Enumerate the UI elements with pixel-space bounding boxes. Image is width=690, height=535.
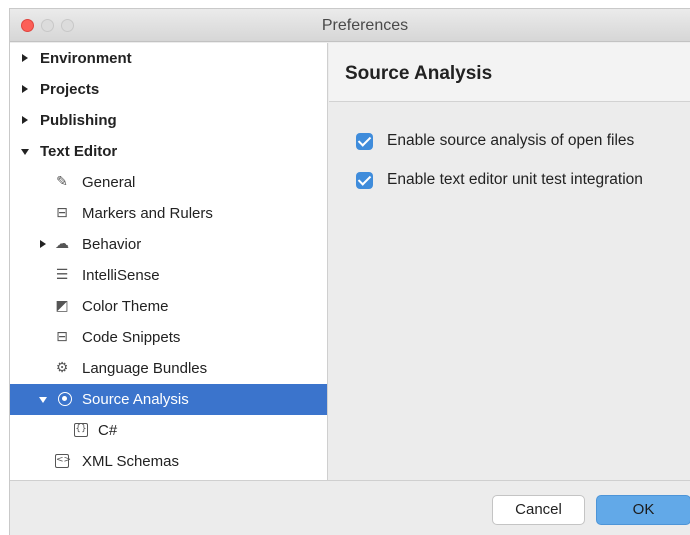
sidebar-item-projects[interactable]: Projects <box>10 74 327 105</box>
color-theme-icon: ◩ <box>55 298 69 314</box>
sidebar-item-general[interactable]: ✎ General <box>10 167 327 198</box>
sidebar-item-label: XML Schemas <box>82 453 179 470</box>
sidebar-item-csharp[interactable]: {} C# <box>10 415 327 446</box>
sidebar-item-label: Code Snippets <box>82 329 181 346</box>
sidebar-item-language-bundles[interactable]: ⚙ Language Bundles <box>10 353 327 384</box>
sidebar-item-color-theme[interactable]: ◩ Color Theme <box>10 291 327 322</box>
dialog-footer: Cancel OK <box>10 480 690 535</box>
pencil-square-icon: ✎ <box>56 174 68 190</box>
radio-icon <box>58 392 72 406</box>
braces-icon: {} <box>74 423 88 437</box>
sidebar-item-publishing[interactable]: Publishing <box>10 105 327 136</box>
sidebar-item-label: Behavior <box>82 236 142 253</box>
preferences-sidebar: Environment Projects Publishing Text Edi… <box>10 43 328 480</box>
content-panel: Source Analysis Enable source analysis o… <box>329 43 690 480</box>
sidebar-item-label: C# <box>98 422 118 439</box>
sidebar-item-environment[interactable]: Environment <box>10 43 327 74</box>
sidebar-item-source-analysis[interactable]: Source Analysis <box>10 384 327 415</box>
expand-arrow-icon[interactable] <box>22 54 28 62</box>
content-header: Source Analysis <box>329 43 690 102</box>
sidebar-item-label: Source Analysis <box>82 391 189 408</box>
option-enable-unit-test-integration[interactable]: Enable text editor unit test integration <box>356 169 690 191</box>
sidebar-item-text-editor[interactable]: Text Editor <box>10 136 327 167</box>
sidebar-item-code-snippets[interactable]: ⊟ Code Snippets <box>10 322 327 353</box>
xml-icon: <> <box>55 454 71 468</box>
cancel-button[interactable]: Cancel <box>492 495 585 525</box>
option-enable-source-analysis[interactable]: Enable source analysis of open files <box>356 130 690 152</box>
collapse-arrow-icon[interactable] <box>21 149 29 155</box>
sidebar-item-label: Environment <box>40 50 132 67</box>
sidebar-item-markers-and-rulers[interactable]: ⊟ Markers and Rulers <box>10 198 327 229</box>
option-label: Enable text editor unit test integration <box>387 171 643 188</box>
sidebar-item-behavior[interactable]: ☁ Behavior <box>10 229 327 260</box>
sidebar-item-label: Publishing <box>40 112 117 129</box>
sidebar-item-label: Language Bundles <box>82 360 208 377</box>
expand-arrow-icon[interactable] <box>22 85 28 93</box>
option-label: Enable source analysis of open files <box>387 132 635 149</box>
sidebar-item-label: Color Theme <box>82 298 169 315</box>
source-analysis-checkbox[interactable] <box>356 133 373 150</box>
behavior-icon: ☁ <box>55 236 69 252</box>
gear-icon: ⚙ <box>55 360 69 376</box>
title-bar: Preferences <box>10 9 690 42</box>
sidebar-item-label: General <box>82 174 136 191</box>
sidebar-item-label: IntelliSense <box>82 267 160 284</box>
list-icon: ☰ <box>55 267 69 283</box>
window-title: Preferences <box>321 17 409 34</box>
preferences-window: Preferences Environment Projects Publish… <box>9 8 690 535</box>
expand-arrow-icon[interactable] <box>40 240 46 248</box>
ruler-grid-icon: ⊟ <box>56 205 68 221</box>
sidebar-item-label: Markers and Rulers <box>82 205 213 222</box>
page-title: Source Analysis <box>345 63 493 84</box>
sidebar-item-label: Projects <box>40 81 100 98</box>
sidebar-item-xml-schemas[interactable]: <> XML Schemas <box>10 446 327 477</box>
unit-test-integration-checkbox[interactable] <box>356 172 373 189</box>
sidebar-item-intellisense[interactable]: ☰ IntelliSense <box>10 260 327 291</box>
expand-arrow-icon[interactable] <box>22 116 28 124</box>
ok-button[interactable]: OK <box>596 495 690 525</box>
sidebar-item-label: Text Editor <box>40 143 118 160</box>
snippet-icon: ⊟ <box>56 329 68 345</box>
collapse-arrow-icon[interactable] <box>39 397 47 403</box>
